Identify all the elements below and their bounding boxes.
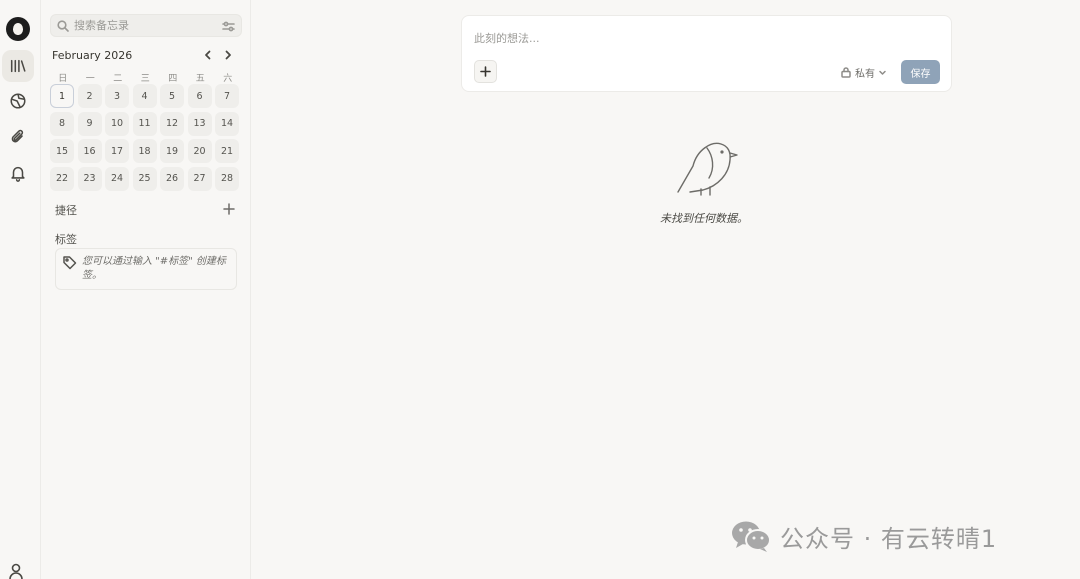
calendar-day[interactable]: 5 bbox=[160, 84, 184, 108]
calendar-days: 1 2 3 4 5 6 7 8 9 10 11 12 13 14 15 16 17 18 19 20 21 22 23 24 2… bbox=[50, 84, 244, 191]
calendar-day[interactable]: 19 bbox=[160, 139, 184, 163]
user-profile-icon bbox=[9, 563, 23, 579]
empty-state-message: 未找到任何数据。 bbox=[660, 212, 748, 225]
plus-icon bbox=[223, 203, 235, 215]
bell-icon bbox=[11, 166, 25, 182]
paperclip-icon bbox=[11, 129, 24, 143]
watermark: 公众号 · 有云转晴1 bbox=[730, 518, 997, 554]
globe-icon bbox=[10, 93, 26, 109]
calendar-day[interactable]: 8 bbox=[50, 111, 74, 136]
calendar-day[interactable]: 24 bbox=[105, 166, 129, 191]
avatar-logo[interactable] bbox=[6, 17, 30, 41]
chevron-right-icon bbox=[225, 50, 231, 60]
calendar-day[interactable]: 22 bbox=[50, 166, 74, 191]
weekday-label: 一 bbox=[85, 74, 95, 84]
chevron-down-icon bbox=[879, 70, 886, 75]
weekday-label: 日 bbox=[58, 74, 68, 84]
calendar-day[interactable]: 14 bbox=[215, 111, 239, 136]
tag-icon bbox=[62, 255, 77, 270]
calendar-next-button[interactable] bbox=[220, 47, 236, 63]
lock-icon bbox=[841, 67, 851, 78]
editor-placeholder[interactable]: 此刻的想法... bbox=[474, 30, 540, 46]
weekday-label: 六 bbox=[223, 74, 233, 84]
calendar-day[interactable]: 6 bbox=[187, 84, 212, 108]
calendar-day[interactable]: 3 bbox=[105, 84, 129, 108]
save-button[interactable]: 保存 bbox=[901, 60, 940, 84]
calendar-prev-button[interactable] bbox=[200, 47, 216, 63]
add-shortcut-button[interactable] bbox=[223, 200, 237, 215]
calendar-title: February 2026 bbox=[52, 49, 133, 62]
calendar-day[interactable]: 7 bbox=[215, 84, 239, 108]
plus-icon bbox=[480, 66, 491, 77]
tags-empty-hint: 您可以通过输入 "#标签" 创建标签。 bbox=[55, 248, 237, 290]
weekday-label: 三 bbox=[140, 74, 150, 84]
calendar-day[interactable]: 17 bbox=[105, 139, 129, 163]
calendar-day[interactable]: 15 bbox=[50, 139, 74, 163]
calendar-day[interactable]: 18 bbox=[132, 139, 157, 163]
calendar-day[interactable]: 26 bbox=[160, 166, 184, 191]
wechat-icon bbox=[732, 521, 771, 552]
sidebar: February 2026 日一二三四五六 123456789101112131… bbox=[41, 0, 251, 579]
nav-inbox-button[interactable] bbox=[2, 157, 34, 189]
memo-editor[interactable]: 此刻的想法... 私有 保存 bbox=[461, 15, 952, 92]
visibility-select[interactable]: 私有 bbox=[840, 64, 887, 80]
calendar-day[interactable]: 12 bbox=[160, 111, 184, 136]
weekday-label: 四 bbox=[168, 74, 178, 84]
add-attachment-button[interactable] bbox=[474, 60, 497, 83]
calendar-day[interactable]: 11 bbox=[132, 111, 157, 136]
calendar-day[interactable]: 25 bbox=[132, 166, 157, 191]
calendar-day[interactable]: 4 bbox=[132, 84, 157, 108]
icon-rail bbox=[0, 0, 41, 579]
user-icon[interactable] bbox=[9, 563, 23, 579]
calendar-day[interactable]: 9 bbox=[77, 111, 102, 136]
nav-resources-button[interactable] bbox=[2, 121, 34, 153]
calendar-day[interactable]: 27 bbox=[187, 166, 212, 191]
search-box[interactable] bbox=[50, 14, 242, 37]
nav-explore-button[interactable] bbox=[2, 85, 34, 117]
weekday-label: 二 bbox=[113, 74, 123, 84]
calendar-day[interactable]: 16 bbox=[77, 139, 102, 163]
library-icon bbox=[10, 59, 26, 73]
search-input[interactable] bbox=[74, 17, 219, 34]
filter-settings-icon[interactable] bbox=[222, 20, 235, 33]
shortcuts-label: 捷径 bbox=[55, 204, 77, 217]
watermark-text: 公众号 · 有云转晴1 bbox=[780, 524, 998, 553]
chevron-left-icon bbox=[205, 50, 211, 60]
bird-icon bbox=[673, 138, 739, 196]
search-icon bbox=[57, 20, 69, 32]
calendar-day[interactable]: 10 bbox=[105, 111, 129, 136]
calendar-day[interactable]: 23 bbox=[77, 166, 102, 191]
calendar-day[interactable]: 13 bbox=[187, 111, 212, 136]
calendar-weekdays: 日一二三四五六 bbox=[49, 71, 243, 84]
tags-hint-text: 您可以通过输入 "#标签" 创建标签。 bbox=[82, 256, 226, 281]
calendar-day[interactable]: 20 bbox=[187, 139, 212, 163]
calendar-day[interactable]: 21 bbox=[215, 139, 239, 163]
calendar-header: February 2026 bbox=[52, 48, 242, 64]
logo-face bbox=[13, 23, 23, 35]
calendar-day[interactable]: 28 bbox=[215, 166, 239, 191]
nav-memos-button[interactable] bbox=[2, 50, 34, 82]
calendar-day-today[interactable]: 1 bbox=[50, 84, 74, 108]
visibility-label: 私有 bbox=[855, 68, 875, 80]
tags-label: 标签 bbox=[55, 233, 77, 246]
weekday-label: 五 bbox=[195, 74, 205, 84]
calendar-day[interactable]: 2 bbox=[77, 84, 102, 108]
